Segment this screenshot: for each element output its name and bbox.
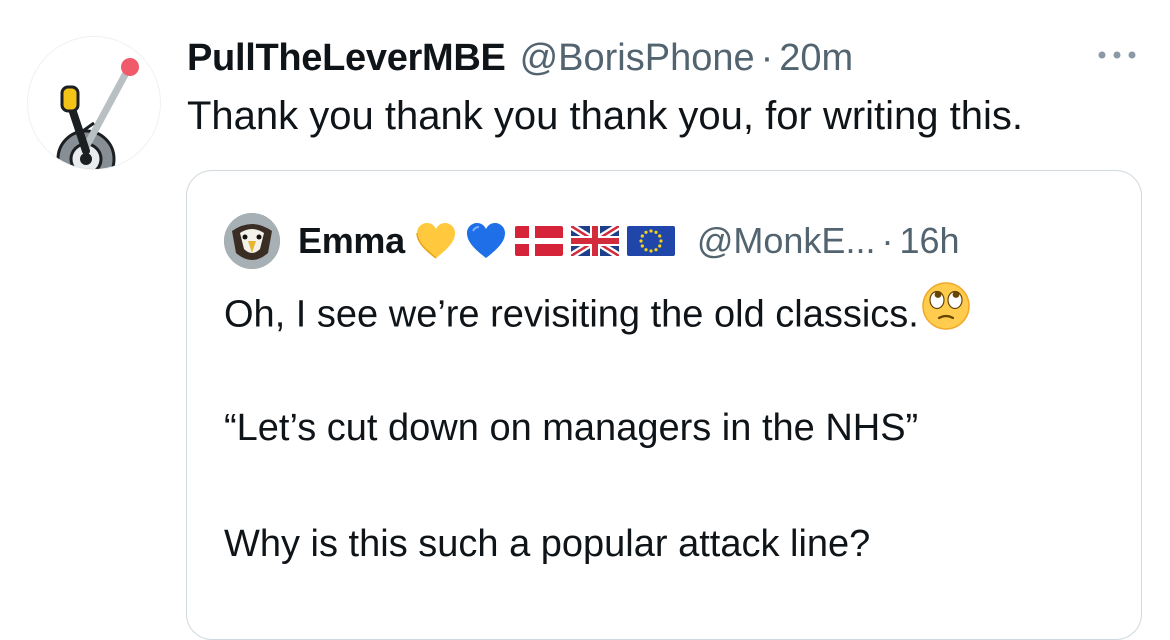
quote-text-line-2: “Let’s cut down on managers in the NHS” xyxy=(224,407,919,449)
bird-avatar-icon xyxy=(224,213,280,269)
uk-flag-icon xyxy=(570,226,619,256)
more-dots-icon xyxy=(1098,51,1136,59)
eu-flag-icon xyxy=(626,226,675,256)
timestamp[interactable]: 20m xyxy=(779,37,853,80)
quote-timestamp[interactable]: 16h xyxy=(899,220,959,262)
quote-separator-dot: · xyxy=(881,220,894,261)
quote-text-line-3: Why is this such a popular attack line? xyxy=(224,523,871,565)
quote-handle[interactable]: @MonkE... xyxy=(697,220,876,262)
quote-avatar[interactable] xyxy=(224,213,280,269)
quote-text-line-1: Oh, I see we’re revisiting the old class… xyxy=(224,282,971,344)
quote-header: Emma @MonkE... · 16h xyxy=(298,217,960,265)
display-name[interactable]: PullTheLeverMBE xyxy=(187,37,506,80)
quote-line-1-text: Oh, I see we’re revisiting the old class… xyxy=(224,293,919,336)
handle[interactable]: @BorisPhone xyxy=(520,37,755,80)
tweet-header: PullTheLeverMBE @BorisPhone · 20m xyxy=(187,32,853,84)
quote-display-name[interactable]: Emma xyxy=(298,220,405,262)
yellow-heart-icon xyxy=(415,221,457,261)
denmark-flag-icon xyxy=(514,226,563,256)
avatar[interactable] xyxy=(27,36,161,170)
name-emojis xyxy=(415,221,683,261)
eye-roll-emoji-icon xyxy=(921,281,971,344)
separator-dot: · xyxy=(760,36,774,79)
more-options-button[interactable] xyxy=(1094,40,1140,70)
blue-heart-icon xyxy=(465,221,507,261)
tweet-text: Thank you thank you thank you, for writi… xyxy=(187,94,1023,138)
quoted-tweet-card[interactable]: Emma @MonkE... · 16h Oh, I see we’re rev… xyxy=(186,170,1142,640)
lever-icon xyxy=(56,58,139,169)
